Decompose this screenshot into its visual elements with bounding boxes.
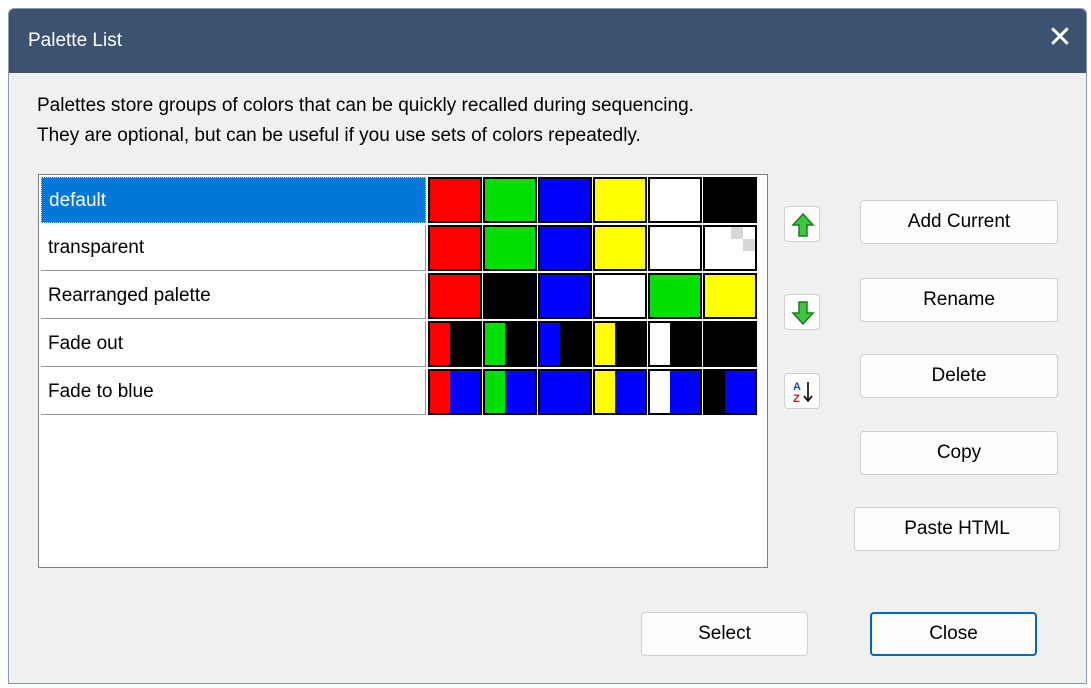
color-swatch — [648, 177, 702, 223]
gradient-start — [485, 323, 505, 365]
palette-row[interactable]: Fade to blue — [41, 369, 763, 415]
color-swatch — [703, 225, 757, 271]
color-swatch — [538, 225, 592, 271]
gradient-end — [670, 371, 700, 413]
dialog-title: Palette List — [28, 30, 122, 51]
gradient-start — [705, 371, 725, 413]
color-swatch — [483, 369, 537, 415]
color-swatch — [428, 177, 482, 223]
color-swatch — [593, 321, 647, 367]
color-swatch — [428, 273, 482, 319]
palette-list-dialog: Palette List ✕ Palettes store groups of … — [8, 8, 1087, 684]
color-swatch — [483, 225, 537, 271]
svg-text:Z: Z — [793, 393, 800, 405]
palette-name: Rearranged palette — [41, 273, 426, 319]
palette-name: transparent — [41, 225, 426, 271]
close-button[interactable]: Close — [870, 612, 1037, 656]
sort-az-icon: A Z — [793, 381, 813, 405]
gradient-end — [725, 323, 755, 365]
description-line-1: Palettes store groups of colors that can… — [37, 95, 694, 116]
gradient-start — [540, 371, 560, 413]
color-swatch — [648, 321, 702, 367]
color-swatch — [593, 177, 647, 223]
gradient-start — [540, 323, 560, 365]
color-swatch — [538, 369, 592, 415]
palette-row[interactable]: Fade out — [41, 321, 763, 367]
color-swatch — [593, 369, 647, 415]
title-bar: Palette List ✕ — [9, 9, 1086, 73]
gradient-start — [430, 323, 450, 365]
palette-list[interactable]: default transparent Rearranged palette Fade… — [38, 174, 768, 568]
color-swatch — [483, 273, 537, 319]
color-swatch — [483, 177, 537, 223]
gradient-end — [505, 371, 535, 413]
select-button[interactable]: Select — [641, 612, 808, 656]
close-icon[interactable]: ✕ — [1042, 21, 1078, 57]
color-swatch — [703, 321, 757, 367]
color-swatch — [593, 273, 647, 319]
color-swatch — [538, 273, 592, 319]
gradient-end — [615, 371, 645, 413]
copy-button[interactable]: Copy — [860, 431, 1058, 475]
gradient-start — [595, 323, 615, 365]
gradient-end — [450, 371, 480, 413]
move-up-button[interactable] — [784, 206, 820, 242]
gradient-start — [485, 371, 505, 413]
transparent-pattern — [731, 227, 755, 269]
gradient-end — [505, 323, 535, 365]
color-swatch — [538, 177, 592, 223]
color-swatch — [703, 177, 757, 223]
gradient-end — [615, 323, 645, 365]
gradient-end — [560, 371, 590, 413]
add-current-button[interactable]: Add Current — [860, 200, 1058, 244]
description-line-2: They are optional, but can be useful if … — [37, 125, 641, 146]
palette-row[interactable]: transparent — [41, 225, 763, 271]
color-swatch — [428, 321, 482, 367]
palette-name: Fade out — [41, 321, 426, 367]
sort-button[interactable]: A Z — [784, 373, 820, 409]
gradient-start — [650, 371, 670, 413]
paste-html-button[interactable]: Paste HTML — [854, 507, 1060, 551]
arrow-down-icon — [791, 301, 815, 326]
gradient-start — [595, 371, 615, 413]
color-swatch — [538, 321, 592, 367]
color-swatch — [483, 321, 537, 367]
gradient-end — [450, 323, 480, 365]
color-swatch — [703, 369, 757, 415]
palette-row[interactable]: default — [41, 177, 763, 223]
color-swatch — [648, 369, 702, 415]
color-swatch — [648, 273, 702, 319]
svg-text:A: A — [793, 381, 801, 393]
palette-name: Fade to blue — [41, 369, 426, 415]
palette-row[interactable]: Rearranged palette — [41, 273, 763, 319]
gradient-end — [670, 323, 700, 365]
move-down-button[interactable] — [784, 294, 820, 330]
gradient-start — [705, 323, 725, 365]
gradient-end — [725, 371, 755, 413]
palette-name: default — [41, 177, 426, 223]
color-swatch — [428, 369, 482, 415]
gradient-start — [650, 323, 670, 365]
delete-button[interactable]: Delete — [860, 354, 1058, 398]
color-swatch — [703, 273, 757, 319]
rename-button[interactable]: Rename — [860, 278, 1058, 322]
arrow-up-icon — [791, 212, 815, 237]
gradient-end — [560, 323, 590, 365]
color-swatch — [593, 225, 647, 271]
color-swatch — [428, 225, 482, 271]
gradient-start — [430, 371, 450, 413]
color-swatch — [648, 225, 702, 271]
